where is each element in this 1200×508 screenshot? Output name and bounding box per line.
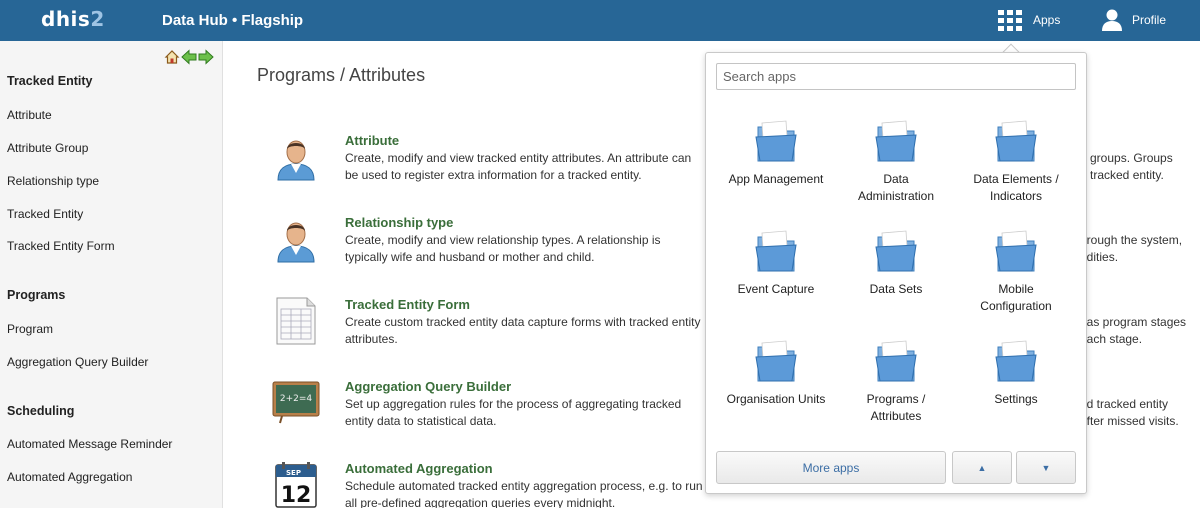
folder-icon <box>875 120 917 162</box>
hidden-text-line: has program stages <box>1080 315 1187 329</box>
hidden-column-text: e groups. Groups a tracked entity. <box>1080 150 1200 184</box>
folder-icon <box>875 230 917 272</box>
apps-grid-icon <box>998 10 1022 31</box>
app-label-line: Data Elements / <box>973 172 1059 186</box>
app-label-line: Data <box>883 172 909 186</box>
app-label-line: Data Sets <box>869 282 923 296</box>
hidden-text-line: odities. <box>1080 250 1119 264</box>
scroll-up-button[interactable]: ▲ <box>952 451 1012 484</box>
page-title: Programs / Attributes <box>257 65 426 85</box>
app-tile-settings[interactable]: Settings <box>956 337 1076 408</box>
app-label-line: App Management <box>728 172 824 186</box>
search-apps-input[interactable] <box>716 63 1076 90</box>
automated-aggregation-description: Schedule automated tracked entity aggreg… <box>345 479 703 508</box>
folder-icon <box>755 120 797 162</box>
hidden-text-line: hrough the system, <box>1080 233 1183 247</box>
sidebar-item-tracked-entity-form[interactable]: Tracked Entity Form <box>7 239 115 253</box>
folder-icon <box>995 340 1037 382</box>
sidebar-item-automated-message-reminder[interactable]: Automated Message Reminder <box>7 437 172 451</box>
app-label-line: Mobile <box>998 282 1034 296</box>
show-menu-arrow-icon[interactable] <box>198 49 214 65</box>
hidden-column-text: has program stages each stage. <box>1080 314 1200 348</box>
aggregation-query-builder-link[interactable]: Aggregation Query Builder <box>345 379 511 394</box>
hidden-text-line: a tracked entity. <box>1080 168 1164 182</box>
sidebar-item-attribute[interactable]: Attribute <box>7 108 52 122</box>
logo-number: 2 <box>90 7 105 31</box>
profile-label: Profile <box>1132 13 1167 27</box>
calendar-month: SEP <box>286 469 301 477</box>
sidebar-item-aggregation-query-builder[interactable]: Aggregation Query Builder <box>7 355 148 369</box>
calendar-day: 12 <box>281 483 312 508</box>
folder-icon <box>995 120 1037 162</box>
app-label-line: Settings <box>994 392 1038 406</box>
app-label-line: Administration <box>857 189 935 203</box>
hide-menu-arrow-icon[interactable] <box>181 49 197 65</box>
app-label-line: Indicators <box>989 189 1043 203</box>
relationship-type-description: Create, modify and view relationship typ… <box>345 233 661 264</box>
app-tile-data-sets[interactable]: Data Sets <box>836 227 956 298</box>
app-tile-event-capture[interactable]: Event Capture <box>716 227 836 298</box>
instance-title: Data Hub • Flagship <box>162 12 304 29</box>
app-tile-mobile-configuration[interactable]: Mobile Configuration <box>956 227 1076 315</box>
hidden-text-line: after missed visits. <box>1080 414 1179 428</box>
aggregation-query-builder-description: Set up aggregation rules for the process… <box>345 397 682 428</box>
calendar-icon: SEP 12 <box>275 462 317 508</box>
attribute-description: Create, modify and view tracked entity a… <box>345 151 692 182</box>
apps-label: Apps <box>1033 13 1061 27</box>
app-label-line: Configuration <box>980 299 1052 313</box>
dhis2-logo[interactable]: dhis2 <box>41 7 105 31</box>
home-icon[interactable] <box>164 49 180 65</box>
profile-menu-button[interactable]: Profile <box>1101 6 1166 34</box>
folder-icon <box>755 340 797 382</box>
app-label-line: Organisation Units <box>726 392 826 406</box>
app-tile-data-elements-indicators[interactable]: Data Elements / Indicators <box>956 117 1076 205</box>
tracked-entity-form-description: Create custom tracked entity data captur… <box>345 315 701 346</box>
hidden-text-line: each stage. <box>1080 332 1143 346</box>
folder-icon <box>995 230 1037 272</box>
hidden-text-line: e groups. Groups <box>1080 151 1173 165</box>
scroll-down-button[interactable]: ▼ <box>1016 451 1076 484</box>
sidebar-item-relationship-type[interactable]: Relationship type <box>7 174 99 188</box>
sidebar-item-automated-aggregation[interactable]: Automated Aggregation <box>7 470 132 484</box>
app-tile-data-administration[interactable]: Data Administration <box>836 117 956 205</box>
attribute-link[interactable]: Attribute <box>345 133 399 148</box>
sidebar-heading-programs: Programs <box>7 288 66 302</box>
sidebar-tools <box>164 49 214 65</box>
hidden-column-text: ed tracked entity after missed visits. <box>1080 396 1200 430</box>
header-bar: dhis2 Data Hub • Flagship Apps Profile <box>0 0 1200 41</box>
logo-text: dhis <box>41 7 91 31</box>
tracked-entity-form-link[interactable]: Tracked Entity Form <box>345 297 470 312</box>
sidebar-item-program[interactable]: Program <box>7 322 53 336</box>
more-apps-button[interactable]: More apps <box>716 451 946 484</box>
person-icon <box>277 222 315 263</box>
app-tile-programs-attributes[interactable]: Programs / Attributes <box>836 337 956 425</box>
app-label-line: Attributes <box>870 409 922 423</box>
form-icon <box>276 297 316 345</box>
folder-icon <box>755 230 797 272</box>
app-tile-organisation-units[interactable]: Organisation Units <box>716 337 836 408</box>
chalkboard-text: 2+2=4 <box>280 394 313 404</box>
sidebar-item-attribute-group[interactable]: Attribute Group <box>7 141 88 155</box>
hidden-column-text: hrough the system, odities. <box>1080 232 1200 266</box>
left-sidebar: Tracked Entity Attribute Attribute Group… <box>0 41 223 508</box>
app-label-line: Event Capture <box>737 282 815 296</box>
app-label-line: Programs / <box>866 392 926 406</box>
apps-dropdown: App Management Data Administration Data … <box>705 52 1087 494</box>
sidebar-heading-tracked-entity: Tracked Entity <box>7 74 93 88</box>
relationship-type-link[interactable]: Relationship type <box>345 215 453 230</box>
app-tile-app-management[interactable]: App Management <box>716 117 836 188</box>
automated-aggregation-link[interactable]: Automated Aggregation <box>345 461 493 476</box>
apps-menu-button[interactable]: Apps <box>998 8 1060 32</box>
folder-icon <box>875 340 917 382</box>
user-icon <box>1102 9 1122 31</box>
sidebar-item-tracked-entity[interactable]: Tracked Entity <box>7 207 83 221</box>
sidebar-heading-scheduling: Scheduling <box>7 404 75 418</box>
person-icon <box>277 140 315 181</box>
chalkboard-icon: 2+2=4 <box>272 381 320 424</box>
hidden-text-line: ed tracked entity <box>1080 397 1169 411</box>
